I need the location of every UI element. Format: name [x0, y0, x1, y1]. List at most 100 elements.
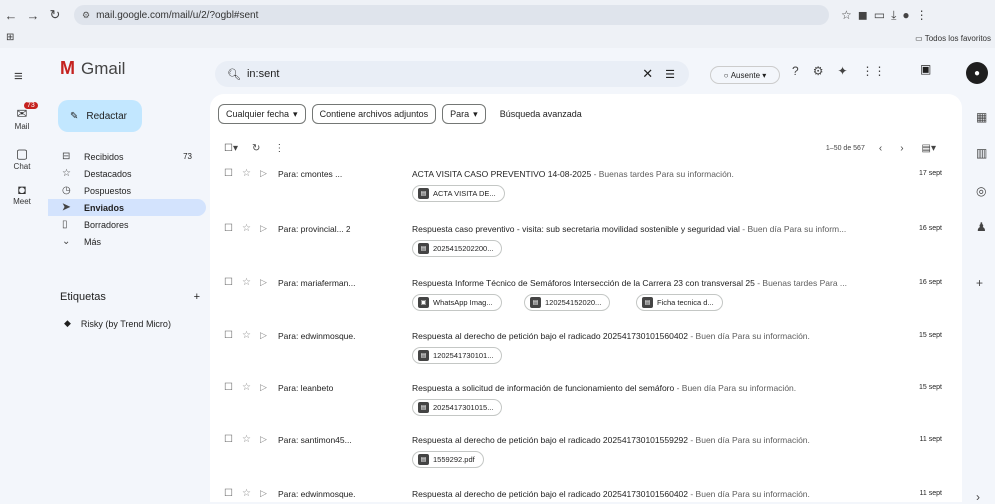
attachment-chip[interactable]: ▤ Ficha tecnica d...	[636, 294, 723, 311]
add-label-icon[interactable]: +	[194, 291, 200, 303]
important-marker-icon[interactable]: ▷	[260, 488, 267, 499]
star-icon[interactable]: ☆	[242, 277, 251, 288]
all-bookmarks[interactable]: ▭ Todos los favoritos	[915, 34, 991, 43]
settings-gear-icon[interactable]: ⚙	[813, 64, 824, 78]
advanced-search-link[interactable]: Búsqueda avanzada	[500, 109, 582, 119]
clear-search-icon[interactable]: ✕	[642, 66, 653, 82]
important-marker-icon[interactable]: ▷	[260, 330, 267, 341]
compose-button[interactable]: ✎ Redactar	[58, 100, 142, 132]
row-checkbox[interactable]: ☐	[224, 277, 233, 288]
image-file-icon: ▣	[418, 297, 429, 308]
extension-icon[interactable]: ◼	[858, 8, 868, 22]
email-subject-line: Respuesta al derecho de petición bajo el…	[412, 331, 882, 341]
prev-page-icon[interactable]: ‹	[879, 143, 882, 154]
search-input[interactable]: in:sent	[247, 68, 279, 80]
nav-item-more[interactable]: ⌄ Más	[48, 233, 206, 250]
labels-header: Etiquetas +	[60, 291, 200, 303]
help-icon[interactable]: ?	[792, 64, 799, 78]
site-info-icon[interactable]: ⚙	[82, 10, 90, 21]
attachment-chip[interactable]: ▣ WhatsApp Imag...	[412, 294, 502, 311]
nav-item-starred[interactable]: ☆ Destacados	[48, 165, 206, 182]
star-icon[interactable]: ☆	[242, 382, 251, 393]
filter-attachments-chip[interactable]: Contiene archivos adjuntos	[311, 104, 437, 124]
attachment-chip[interactable]: ▤ 120254152020...	[524, 294, 611, 311]
main-menu-icon[interactable]: ≡	[14, 68, 23, 85]
bookmark-star-icon[interactable]: ☆	[841, 8, 852, 22]
important-marker-icon[interactable]: ▷	[260, 223, 267, 234]
row-checkbox[interactable]: ☐	[224, 434, 233, 445]
contacts-icon[interactable]: ♟	[976, 220, 987, 234]
label-tag-icon: ◆	[64, 318, 71, 328]
row-checkbox[interactable]: ☐	[224, 382, 233, 393]
attachment-chip[interactable]: ▤ 120254173010​1...	[412, 347, 503, 364]
attachment-chip[interactable]: ▤ 2025417301015...	[412, 399, 503, 416]
more-options-icon[interactable]: ⋮	[274, 143, 284, 154]
next-page-icon[interactable]: ›	[900, 143, 903, 154]
select-all-checkbox[interactable]: ☐▾	[224, 143, 238, 154]
email-date: 11 sept	[919, 436, 942, 443]
row-checkbox[interactable]: ☐	[224, 223, 233, 234]
email-preview: - Buenas tardes Para su información.	[591, 169, 734, 179]
organization-logo-icon[interactable]: ▣	[920, 62, 931, 76]
row-checkbox[interactable]: ☐	[224, 168, 233, 179]
email-date: 15 sept	[919, 332, 942, 339]
keep-icon[interactable]: ▥	[976, 146, 987, 160]
filter-to-chip[interactable]: Para ▾	[442, 104, 486, 124]
rail-mail[interactable]: ✉ 73 Mail	[0, 102, 44, 131]
nav-item-drafts[interactable]: ▯ Borradores	[48, 216, 206, 233]
attachment-chip[interactable]: ▤ 2025415202200...	[412, 240, 503, 257]
account-avatar[interactable]: ●	[966, 62, 988, 84]
star-icon[interactable]: ☆	[242, 168, 251, 179]
attachment-chip[interactable]: ▤ ACTA VISITA DE...	[412, 185, 505, 202]
star-icon[interactable]: ☆	[242, 434, 251, 445]
download-icon[interactable]: ⤓	[891, 8, 896, 23]
rail-chat[interactable]: ▢ Chat	[0, 146, 44, 171]
search-options-icon[interactable]: ☰	[665, 68, 675, 81]
filter-date-chip[interactable]: Cualquier fecha ▾	[218, 104, 306, 124]
gemini-icon[interactable]: ✦	[837, 64, 847, 78]
input-tools-icon[interactable]: ▤▾	[922, 143, 936, 154]
file-icon: ▤	[418, 350, 429, 361]
gmail-m-icon: M	[60, 58, 75, 78]
important-marker-icon[interactable]: ▷	[260, 434, 267, 445]
email-date: 17 sept	[919, 170, 942, 177]
email-preview: - Buen día Para su información.	[688, 331, 810, 341]
star-icon[interactable]: ☆	[242, 488, 251, 499]
nav-item-sent[interactable]: ➤ Enviados	[48, 199, 206, 216]
nav-item-snoozed[interactable]: ◷ Pospuestos	[48, 182, 206, 199]
email-subject: Respuesta a solicitud de información de …	[412, 383, 675, 393]
gmail-logo[interactable]: M Gmail	[60, 58, 125, 79]
nav-label: Más	[84, 236, 102, 247]
status-selector[interactable]: ○ Ausente ▾	[710, 66, 780, 84]
tasks-icon[interactable]: ◎	[976, 184, 986, 198]
important-marker-icon[interactable]: ▷	[260, 277, 267, 288]
reload-icon[interactable]: ↻	[44, 4, 66, 26]
nav-item-inbox[interactable]: ⊟ Recibidos 73	[48, 148, 206, 165]
refresh-icon[interactable]: ↻	[252, 143, 260, 154]
star-icon[interactable]: ☆	[242, 330, 251, 341]
label-item[interactable]: ◆ Risky (by Trend Micro)	[64, 318, 171, 329]
browser-menu-icon[interactable]: ⋮	[916, 8, 928, 22]
apps-grid-icon[interactable]: ⊞	[6, 32, 14, 43]
search-bar[interactable]: 🔍︎ in:sent ✕ ☰	[215, 61, 689, 87]
profile-icon[interactable]: ●	[902, 8, 909, 22]
thread-count: 2	[346, 225, 351, 234]
address-bar[interactable]: ⚙ mail.google.com/mail/u/2/?ogbl#sent	[74, 5, 829, 25]
rail-meet[interactable]: ◘ Meet	[0, 182, 44, 206]
star-icon[interactable]: ☆	[242, 223, 251, 234]
file-icon: ▤	[418, 243, 429, 254]
get-addons-icon[interactable]: +	[976, 276, 983, 290]
important-marker-icon[interactable]: ▷	[260, 168, 267, 179]
back-icon[interactable]: ←	[0, 4, 22, 26]
calendar-icon[interactable]: ▦	[976, 110, 987, 124]
forward-icon[interactable]: →	[22, 4, 44, 26]
row-checkbox[interactable]: ☐	[224, 488, 233, 499]
tab-search-icon[interactable]: ▭	[874, 8, 885, 22]
email-recipient-cell: Para: provincial... 2	[278, 224, 408, 234]
google-apps-icon[interactable]: ⋮⋮	[862, 64, 886, 78]
row-checkbox[interactable]: ☐	[224, 330, 233, 341]
mail-icon: ✉	[16, 106, 28, 121]
attachment-chip[interactable]: ▤ 1559292.pdf	[412, 451, 484, 468]
important-marker-icon[interactable]: ▷	[260, 382, 267, 393]
search-icon[interactable]: 🔍︎	[227, 68, 241, 81]
